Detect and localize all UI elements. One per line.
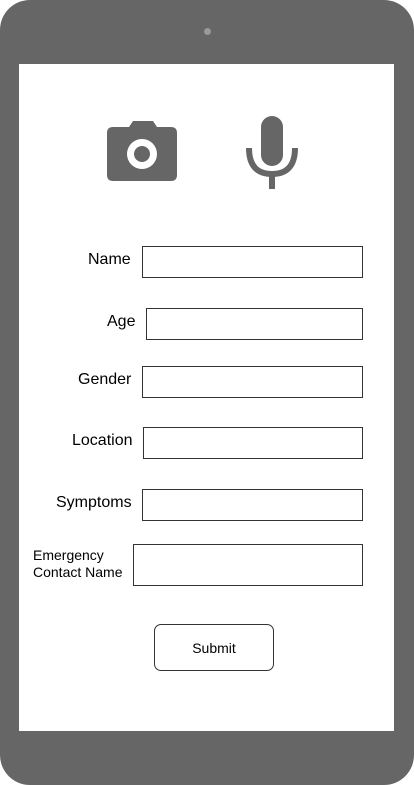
name-input[interactable] [142, 246, 363, 278]
name-label: Name [88, 251, 131, 268]
microphone-button[interactable] [245, 116, 300, 190]
symptoms-label: Symptoms [56, 494, 132, 511]
camera-button[interactable] [107, 121, 177, 181]
tablet-frame: Name Age Gender Location Symptoms Emerge… [0, 0, 414, 785]
emergency-contact-label: Emergency Contact Name [33, 547, 123, 580]
location-input[interactable] [143, 427, 363, 459]
age-input[interactable] [146, 308, 363, 340]
symptoms-input[interactable] [142, 489, 363, 521]
camera-icon [107, 121, 177, 181]
app-screen: Name Age Gender Location Symptoms Emerge… [19, 64, 394, 731]
microphone-icon [246, 116, 298, 189]
emergency-contact-input[interactable] [133, 544, 363, 586]
gender-input[interactable] [142, 366, 363, 398]
gender-label: Gender [78, 371, 132, 388]
location-label: Location [72, 432, 133, 449]
submit-button[interactable]: Submit [154, 624, 274, 671]
front-camera-dot [204, 28, 211, 35]
age-label: Age [107, 313, 136, 330]
